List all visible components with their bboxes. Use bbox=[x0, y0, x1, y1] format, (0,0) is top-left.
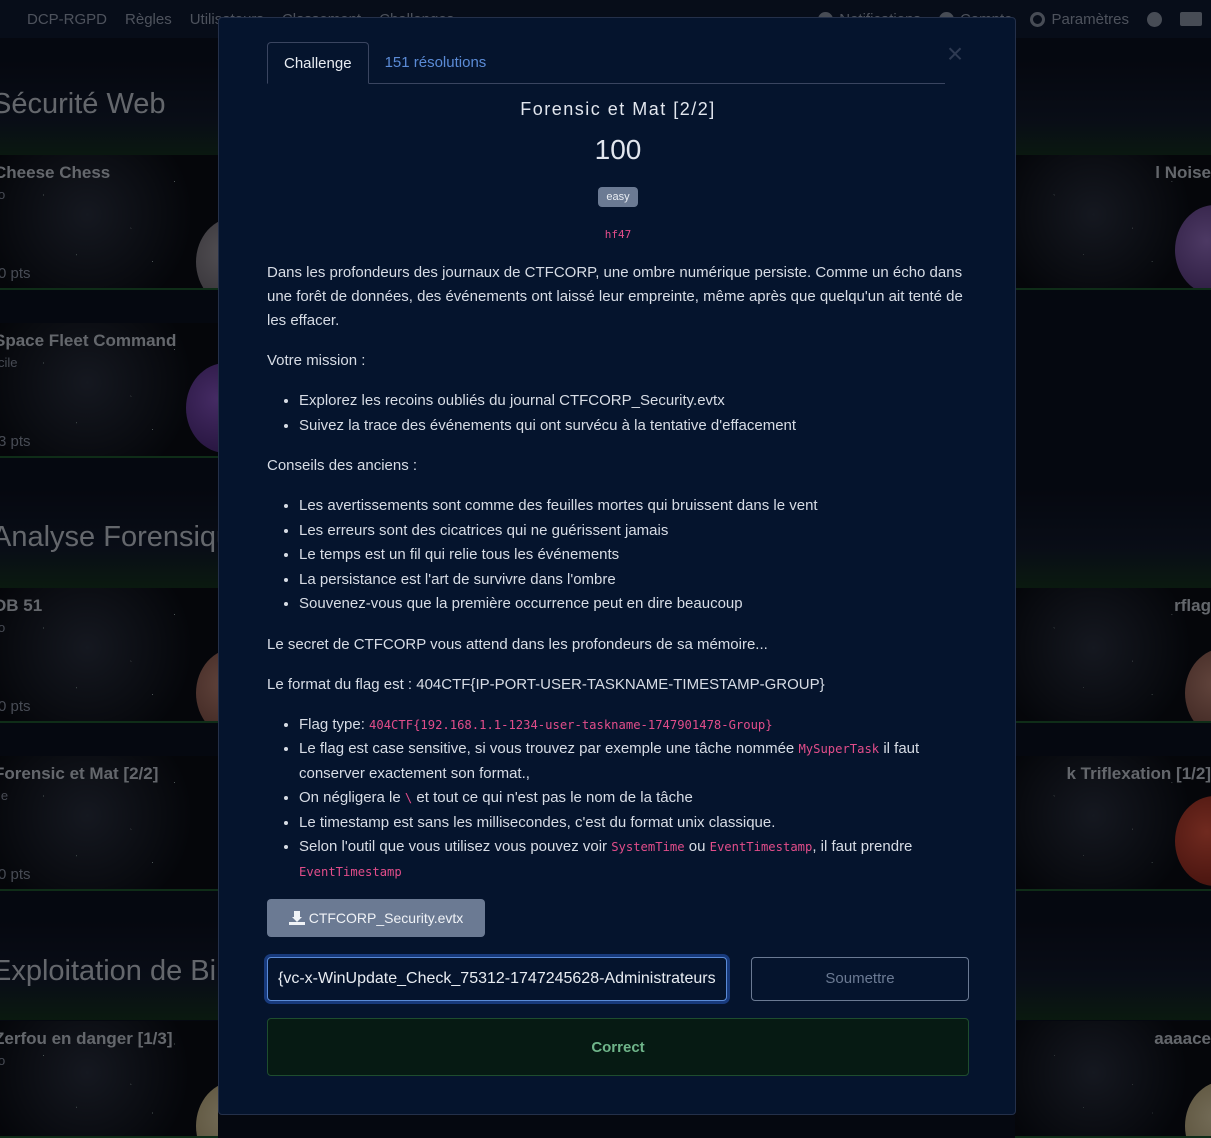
list-item: Les erreurs sont des cicatrices qui ne g… bbox=[299, 519, 971, 544]
rule-text: Le flag est case sensitive, si vous trou… bbox=[299, 740, 799, 757]
rule-text: , il faut prendre bbox=[812, 838, 913, 855]
rule-code: 404CTF{192.168.1.1-1234-user-taskname-17… bbox=[369, 717, 773, 732]
rule-code: EventTimestamp bbox=[299, 864, 402, 879]
modal-tabs: Challenge 151 résolutions bbox=[267, 42, 945, 84]
list-item: On négligera le \ et tout ce qui n'est p… bbox=[299, 786, 971, 811]
flag-format: Le format du flag est : 404CTF{IP-PORT-U… bbox=[267, 675, 825, 693]
challenge-value: 100 bbox=[594, 134, 642, 165]
description-intro: Dans les profondeurs des journaux de CTF… bbox=[267, 264, 963, 329]
list-item: Les avertissements sont comme des feuill… bbox=[299, 494, 971, 519]
list-item: Le timestamp est sans les millisecondes,… bbox=[299, 811, 971, 836]
list-item: Le temps est un fil qui relie tous les é… bbox=[299, 543, 971, 568]
challenge-name: Forensic et Mat [2/2] bbox=[520, 99, 716, 119]
challenge-author: hf47 bbox=[604, 228, 632, 241]
download-file-label: CTFCORP_Security.evtx bbox=[308, 910, 464, 926]
tab-solves[interactable]: 151 résolutions bbox=[369, 42, 503, 84]
rule-code: EventTimestamp bbox=[709, 840, 813, 854]
rule-code: SystemTime bbox=[611, 840, 685, 854]
mission-list: Explorez les recoins oubliés du journal … bbox=[299, 389, 971, 438]
rules-list: Flag type: 404CTF{192.168.1.1-1234-user-… bbox=[299, 713, 971, 885]
rule-text: et tout ce qui n'est pas le nom de la tâ… bbox=[412, 789, 693, 806]
advice-title: Conseils des anciens : bbox=[267, 457, 418, 474]
submit-button[interactable]: Soumettre bbox=[751, 957, 969, 1001]
list-item: Le flag est case sensitive, si vous trou… bbox=[299, 737, 971, 786]
list-item: Selon l'outil que vous utilisez vous pou… bbox=[299, 835, 971, 884]
download-file-button[interactable]: CTFCORP_Security.evtx bbox=[267, 899, 485, 937]
difficulty-badge: easy bbox=[598, 187, 638, 207]
list-item: Explorez les recoins oubliés du journal … bbox=[299, 389, 971, 414]
mission-title: Votre mission : bbox=[267, 352, 366, 369]
rule-text: Flag type: bbox=[299, 715, 370, 733]
rule-text: Selon l'outil que vous utilisez vous pou… bbox=[299, 838, 612, 855]
challenge-modal: × Challenge 151 résolutions Forensic et … bbox=[218, 17, 1016, 1115]
advice-list: Les avertissements sont comme des feuill… bbox=[299, 494, 971, 617]
list-item: Souvenez-vous que la première occurrence… bbox=[299, 592, 971, 617]
rule-text: On négligera le bbox=[299, 789, 405, 806]
tab-challenge[interactable]: Challenge bbox=[267, 42, 369, 84]
rule-text: ou bbox=[684, 838, 710, 855]
download-icon bbox=[288, 911, 305, 925]
close-icon[interactable]: × bbox=[943, 40, 967, 68]
list-item: La persistance est l'art de survivre dan… bbox=[299, 568, 971, 593]
list-item: Suivez la trace des événements qui ont s… bbox=[299, 414, 971, 439]
flag-input[interactable] bbox=[267, 957, 727, 1001]
list-item: Flag type: 404CTF{192.168.1.1-1234-user-… bbox=[299, 713, 971, 738]
challenge-description: Dans les profondeurs des journaux de CTF… bbox=[267, 261, 971, 900]
secret-text: Le secret de CTFCORP vous attend dans le… bbox=[267, 635, 768, 653]
result-message: Correct bbox=[267, 1018, 969, 1076]
rule-code: MySuperTask bbox=[798, 742, 880, 756]
